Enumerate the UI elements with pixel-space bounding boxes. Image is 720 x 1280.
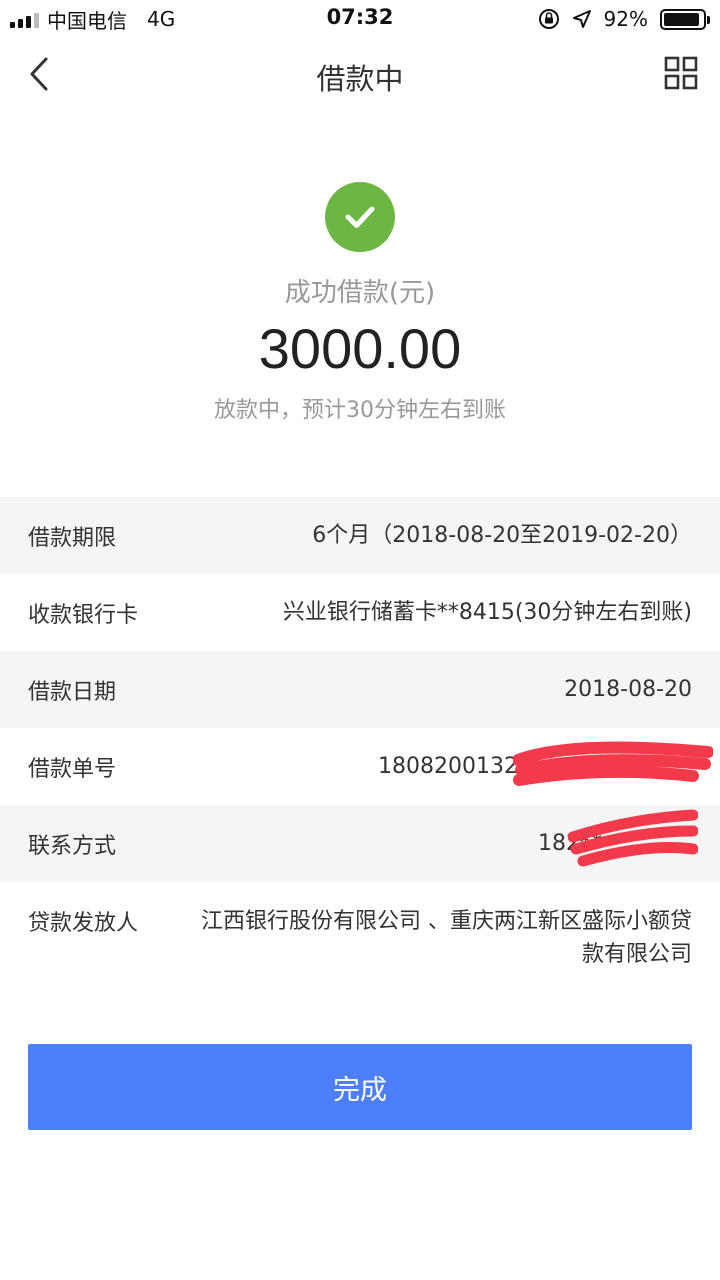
status-right: 92% bbox=[538, 6, 710, 32]
success-label: 成功借款(元) bbox=[284, 278, 436, 308]
grid-icon[interactable] bbox=[664, 56, 698, 90]
detail-value: 2018-08-20 bbox=[564, 677, 692, 702]
detail-row-lender: 贷款发放人 江西银行股份有限公司 、重庆两江新区盛际小额贷款有限公司 bbox=[0, 882, 720, 992]
done-button[interactable]: 完成 bbox=[28, 1044, 692, 1130]
detail-label: 联系方式 bbox=[28, 833, 117, 859]
battery-icon bbox=[660, 8, 710, 30]
detail-row-date: 借款日期 2018-08-20 bbox=[0, 651, 720, 728]
detail-label: 借款期限 bbox=[28, 525, 117, 551]
loan-amount: 3000.00 bbox=[258, 317, 462, 380]
redacted-value-wrap: 18082001327 bbox=[378, 741, 714, 786]
redacted-value-wrap: 182** bbox=[538, 809, 698, 867]
disbursement-hint: 放款中，预计30分钟左右到账 bbox=[214, 398, 506, 423]
location-arrow-icon bbox=[572, 10, 591, 28]
battery-percent: 92% bbox=[603, 7, 648, 31]
orientation-lock-icon bbox=[538, 9, 559, 29]
detail-value: 6个月（2018-08-20至2019-02-20） bbox=[312, 523, 692, 548]
check-circle-icon bbox=[325, 182, 395, 252]
detail-label: 借款日期 bbox=[28, 679, 117, 705]
redaction-scribble bbox=[568, 809, 698, 867]
detail-row-bank-card: 收款银行卡 兴业银行储蓄卡**8415(30分钟左右到账) bbox=[0, 574, 720, 651]
detail-value: 兴业银行储蓄卡**8415(30分钟左右到账) bbox=[282, 600, 692, 625]
redaction-scribble bbox=[513, 741, 714, 786]
detail-row-contact: 联系方式 182** bbox=[0, 805, 720, 882]
detail-label: 收款银行卡 bbox=[28, 602, 139, 628]
detail-row-term: 借款期限 6个月（2018-08-20至2019-02-20） bbox=[0, 497, 720, 574]
loan-details: 借款期限 6个月（2018-08-20至2019-02-20） 收款银行卡 兴业… bbox=[0, 497, 720, 992]
nav-bar: 借款中 bbox=[0, 40, 720, 108]
detail-label: 贷款发放人 bbox=[28, 911, 139, 936]
detail-label: 借款单号 bbox=[28, 756, 117, 782]
detail-row-order-number: 借款单号 18082001327 bbox=[0, 728, 720, 805]
page-title: 借款中 bbox=[316, 62, 404, 96]
detail-value: 江西银行股份有限公司 、重庆两江新区盛际小额贷款有限公司 bbox=[201, 909, 692, 967]
battery-fill bbox=[664, 12, 699, 26]
status-bar: 中国电信 4G 07:32 92% bbox=[0, 0, 720, 40]
